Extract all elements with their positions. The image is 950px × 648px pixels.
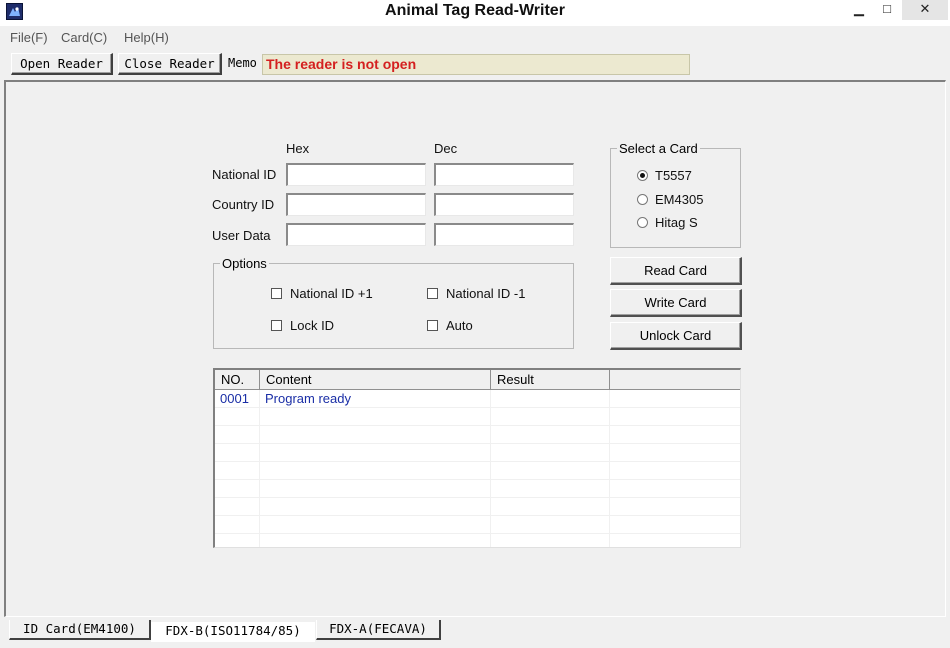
hitag-s-label: Hitag S [655,215,698,230]
menu-file[interactable]: File(F) [10,30,48,45]
log-table[interactable]: NO. Content Result 0001 Program ready [213,368,741,548]
close-reader-button[interactable]: Close Reader [118,53,222,75]
national-id-minus-one-label: National ID -1 [446,286,526,301]
user-data-dec-input[interactable] [434,223,574,246]
log-table-header: NO. Content Result [215,370,740,390]
national-id-hex-input[interactable] [286,163,426,186]
write-card-button[interactable]: Write Card [610,289,742,317]
column-header-no[interactable]: NO. [215,370,260,390]
national-id-minus-one-checkbox[interactable] [427,288,438,299]
em4305-radio[interactable] [637,194,648,205]
minimize-button[interactable]: ▁ [846,0,872,20]
user-data-label: User Data [212,228,271,243]
row-number: 0001 [220,391,249,406]
table-row[interactable] [215,516,740,534]
country-id-label: Country ID [212,197,275,212]
table-row[interactable] [215,498,740,516]
auto-checkbox[interactable] [427,320,438,331]
title-bar[interactable]: Animal Tag Read-Writer ▁ □ ✕ [0,0,950,26]
t5557-radio[interactable] [637,170,648,181]
menu-help[interactable]: Help(H) [124,30,169,45]
tab-fdx-a[interactable]: FDX-A(FECAVA) [316,620,441,640]
column-header-empty[interactable] [610,370,740,390]
lock-id-label: Lock ID [290,318,335,333]
table-row[interactable] [215,426,740,444]
national-id-label: National ID [212,167,277,182]
tab-id-card-em4100[interactable]: ID Card(EM4100) [9,620,151,640]
close-button[interactable]: ✕ [902,0,948,20]
column-header-content[interactable]: Content [260,370,491,390]
em4305-label: EM4305 [655,192,704,207]
unlock-card-button[interactable]: Unlock Card [610,322,742,350]
hitag-s-radio[interactable] [637,217,648,228]
window-title: Animal Tag Read-Writer [385,2,565,19]
card-select-title: Select a Card [617,141,700,156]
table-row[interactable] [215,444,740,462]
tab-fdx-b[interactable]: FDX-B(ISO11784/85) [151,622,315,642]
table-row[interactable] [215,462,740,480]
national-id-dec-input[interactable] [434,163,574,186]
open-reader-button[interactable]: Open Reader [11,53,113,75]
memo-label: Memo [228,56,257,70]
country-id-dec-input[interactable] [434,193,574,216]
table-row[interactable]: 0001 Program ready [215,390,740,408]
menu-card[interactable]: Card(C) [61,30,107,45]
options-group [213,263,574,349]
menu-bar: File(F) Card(C) Help(H) [0,27,950,49]
auto-label: Auto [446,318,473,333]
row-content: Program ready [265,391,351,406]
country-id-hex-input[interactable] [286,193,426,216]
hex-header: Hex [286,141,310,156]
lock-id-checkbox[interactable] [271,320,282,331]
t5557-label: T5557 [655,168,692,183]
national-id-plus-one-label: National ID +1 [290,286,373,301]
user-data-hex-input[interactable] [286,223,426,246]
national-id-plus-one-checkbox[interactable] [271,288,282,299]
options-group-title: Options [220,256,269,271]
memo-status-field: The reader is not open [262,54,690,75]
table-row[interactable] [215,480,740,498]
column-header-result[interactable]: Result [491,370,610,390]
dec-header: Dec [434,141,458,156]
read-card-button[interactable]: Read Card [610,257,742,285]
table-row[interactable] [215,408,740,426]
maximize-button[interactable]: □ [874,0,900,20]
